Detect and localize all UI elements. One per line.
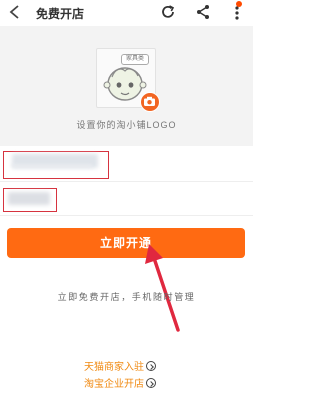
blurred-shop-name-detail — [12, 164, 92, 168]
tmall-merchant-link[interactable]: 天猫商家入驻 — [84, 358, 156, 373]
chevron-right-icon — [146, 378, 156, 388]
blurred-second-field — [8, 192, 50, 205]
avatar-tag: 家具类 — [121, 54, 149, 65]
taobao-enterprise-label: 淘宝企业开店 — [84, 379, 144, 390]
back-arrow-icon[interactable] — [6, 3, 24, 21]
shop-logo-uploader[interactable]: 家具类 — [96, 48, 160, 112]
share-icon[interactable] — [194, 3, 212, 21]
page-title: 免费开店 — [36, 7, 85, 21]
tmall-merchant-label: 天猫商家入驻 — [84, 362, 144, 373]
camera-icon — [144, 96, 155, 106]
top-bar: 免费开店 — [0, 0, 253, 26]
camera-button[interactable] — [140, 92, 160, 112]
refresh-icon[interactable] — [159, 3, 177, 21]
chevron-right-icon — [146, 361, 156, 371]
open-shop-button[interactable]: 立即开通 — [7, 228, 245, 258]
annotation-arrow-icon — [145, 244, 180, 332]
logo-caption: 设置你的淘小铺LOGO — [76, 120, 177, 130]
taobao-enterprise-link[interactable]: 淘宝企业开店 — [84, 375, 156, 390]
notification-dot — [236, 1, 242, 7]
tagline: 立即免费开店，手机随时管理 — [57, 292, 196, 302]
logo-section: 家具类 设置你的淘小铺LOGO — [0, 26, 253, 146]
